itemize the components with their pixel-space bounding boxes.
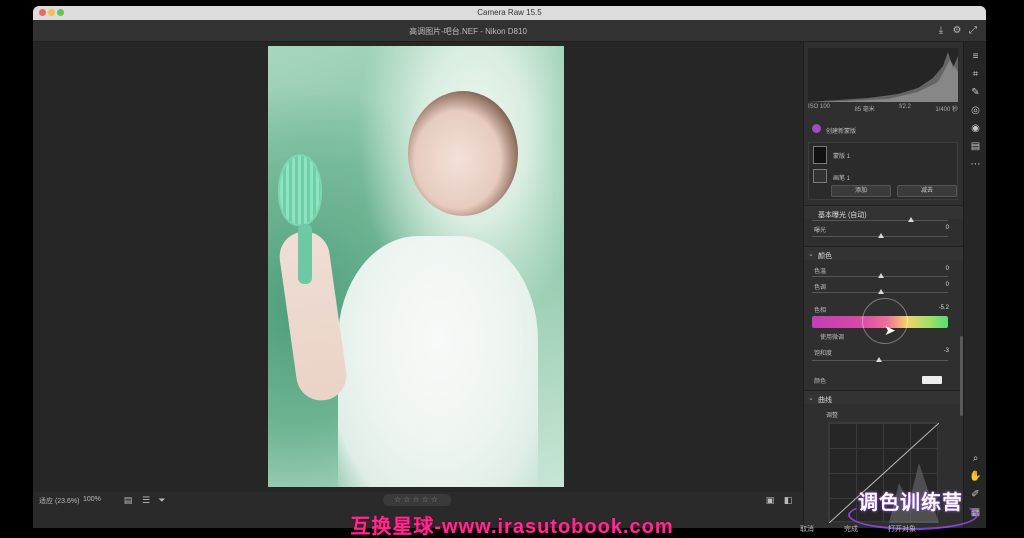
histogram [808,48,958,102]
temp-slider[interactable] [812,273,948,278]
exposure-label: 曝光 [814,228,827,234]
tint-label: 色调 [814,285,827,291]
slider-knob[interactable] [908,217,914,222]
exposure-section-title: 基本曝光 (自动) [818,212,867,219]
add-button[interactable]: 添加 [831,185,891,197]
slider-knob[interactable] [876,357,882,362]
slider-knob[interactable] [878,289,884,294]
camera-raw-window: Camera Raw 15.5 高调图片-吧台.NEF - Nikon D810… [33,6,986,528]
mask-thumbnail[interactable] [813,146,827,164]
temp-value[interactable]: 0 [946,266,949,272]
exposure-slider[interactable] [812,233,948,238]
aperture-value: f/2.2 [899,104,911,110]
window-title: Camera Raw 15.5 [477,8,542,17]
photo-dress [338,236,538,487]
mask-icon[interactable]: ◎ [969,104,982,117]
shutter-value: 1/400 秒 [935,107,958,113]
curve-adjust-label: 调整 [826,413,839,419]
pointer-cursor-icon: ➤ [884,322,896,338]
color-section-header[interactable]: ⌄ 颜色 [804,246,963,260]
zoom-fit[interactable]: 适应 (23.6%) [39,496,79,506]
saturation-label: 饱和度 [814,351,833,357]
photo-fan [278,154,322,226]
document-name: 高调图片-吧台.NEF - Nikon D810 [409,27,527,36]
rating-stars[interactable]: ☆☆☆☆☆ [383,494,451,506]
photo-fan-handle [298,224,312,284]
heal-icon[interactable]: ✎ [969,86,982,99]
slider-knob[interactable] [878,273,884,278]
preview-photo [268,46,564,487]
histogram-graph [808,52,958,102]
view-icon[interactable]: ▤ [123,495,133,505]
tool-strip: ≡ ⌗ ✎ ◎ ◉ ▤ ⋯ ⌕ ✋ ✐ ▦ [963,42,986,528]
redeye-icon[interactable]: ◉ [969,122,982,135]
focal-value: 85 毫米 [854,107,875,113]
mask-layer-label[interactable]: 蒙版 1 [833,151,850,160]
temp-label: 色温 [814,269,827,275]
color-swatch[interactable] [922,376,942,384]
curve-section-header[interactable]: ⌄ 曲线 [804,390,963,404]
chevron-down-icon: ⌄ [808,395,814,402]
fullscreen-icon[interactable]: ⤢ [967,25,979,37]
color-label: 颜色 [814,379,827,385]
photo-arm [276,228,350,404]
camera-info: ISO 100 85 毫米 f/2.2 1/400 秒 [808,104,958,114]
edit-icon[interactable]: ≡ [969,50,982,63]
presets-icon[interactable]: ▤ [969,140,982,153]
mask-item-label[interactable]: 画笔 1 [833,173,850,182]
mask-icon [812,124,821,133]
zoom-icon[interactable]: ⌕ [969,452,982,465]
filter-icon[interactable]: ⏷ [157,495,167,505]
saturation-value[interactable]: -3 [944,348,949,354]
curve-section-title: 曲线 [818,397,832,404]
mask-title: 创建新蒙版 [826,129,857,135]
exposure-value[interactable]: 0 [946,225,949,231]
photo-head [408,91,518,216]
hue-label: 色相 [814,308,827,314]
more-icon[interactable]: ⋯ [969,158,982,171]
compare-icon[interactable]: ▣ [765,495,775,505]
mask-list: 蒙版 1 画笔 1 添加 减去 [808,142,958,200]
chevron-down-icon: ⌄ [808,251,814,258]
adjust-panel: ISO 100 85 毫米 f/2.2 1/400 秒 创建新蒙版 蒙版 1 画… [803,42,963,528]
slider-knob[interactable] [878,233,884,238]
document-bar: 高调图片-吧台.NEF - Nikon D810 ⤓ ⚙ ⤢ [33,20,986,42]
image-canvas[interactable] [33,42,803,492]
fine-tune-checkbox[interactable]: 使用微调 [820,332,844,341]
tint-value[interactable]: 0 [946,282,949,288]
crop-icon[interactable]: ⌗ [969,68,982,81]
hue-value[interactable]: -5.2 [939,305,949,311]
sort-icon[interactable]: ☰ [141,495,151,505]
mask-header[interactable]: 创建新蒙版 [804,122,963,136]
before-after-icon[interactable]: ◧ [783,495,793,505]
color-section-title: 颜色 [818,253,832,260]
save-icon[interactable]: ⤓ [935,25,947,37]
saturation-slider[interactable] [812,357,948,362]
watermark-text: 互换星球-www.irasutobook.com [350,516,674,538]
iso-value: ISO 100 [808,104,831,110]
zoom-percent[interactable]: 100% [83,496,101,503]
tint-slider[interactable] [812,289,948,294]
subtract-button[interactable]: 减去 [897,185,957,197]
brush-icon[interactable] [813,169,827,183]
gear-icon[interactable]: ⚙ [951,25,963,37]
title-bar: Camera Raw 15.5 [33,6,986,20]
exposure-top-slider[interactable] [812,217,948,222]
exposure-section-header[interactable]: 基本曝光 (自动) [804,205,963,219]
